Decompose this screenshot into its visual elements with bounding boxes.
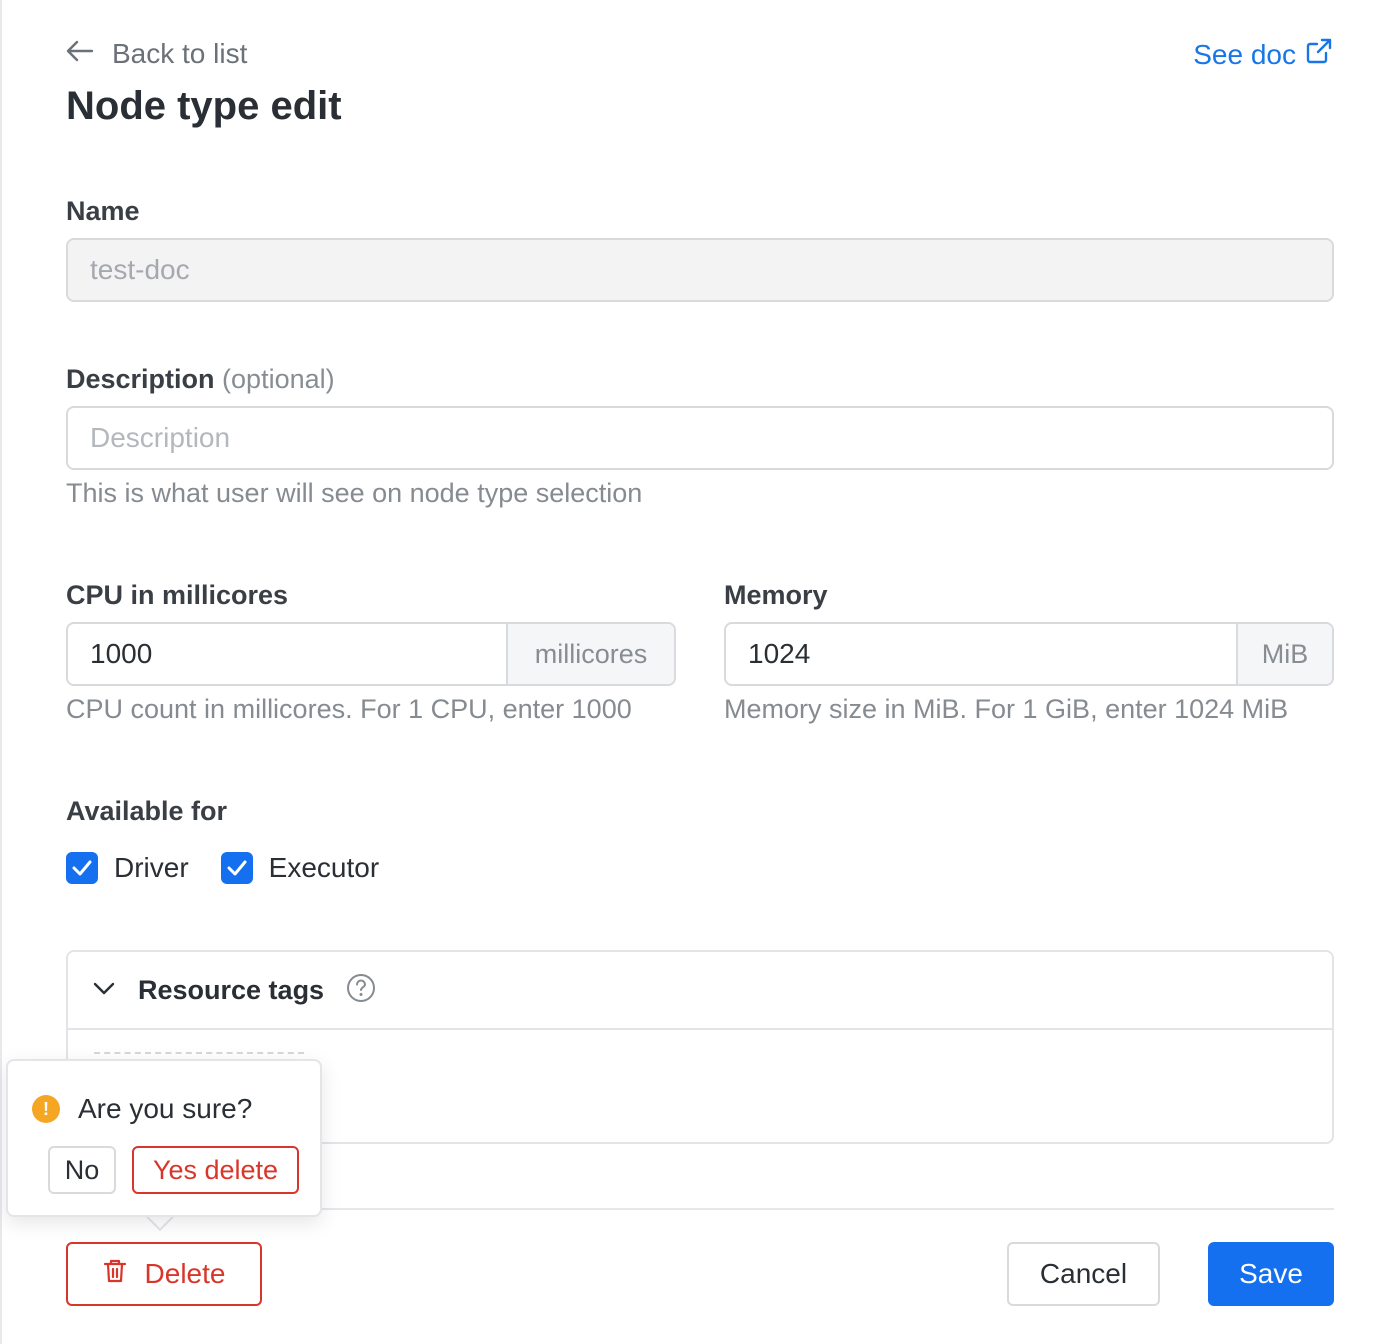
memory-unit-addon: MiB — [1236, 624, 1332, 684]
resource-tags-header[interactable]: Resource tags — [68, 952, 1332, 1030]
add-tag-placeholder[interactable] — [94, 1052, 304, 1058]
confirm-yes-delete-button[interactable]: Yes delete — [132, 1146, 299, 1194]
executor-checkbox[interactable]: Executor — [220, 852, 380, 884]
save-button[interactable]: Save — [1208, 1242, 1334, 1306]
name-field: test-doc — [66, 238, 1334, 302]
description-help: This is what user will see on node type … — [66, 478, 643, 508]
popconfirm-message-row: ! Are you sure? — [32, 1093, 252, 1125]
cpu-field[interactable]: 1000 millicores — [66, 622, 676, 686]
cpu-unit-addon: millicores — [506, 624, 674, 684]
back-to-list-link[interactable]: Back to list — [66, 38, 247, 70]
arrow-left-icon — [66, 38, 94, 70]
name-label: Name — [66, 196, 140, 226]
memory-label: Memory — [724, 580, 828, 610]
checkmark-icon — [220, 852, 253, 884]
see-doc-label: See doc — [1193, 38, 1296, 70]
delete-button[interactable]: Delete — [66, 1242, 262, 1306]
cpu-label: CPU in millicores — [66, 580, 289, 610]
help-circle-icon[interactable] — [346, 973, 376, 1008]
optional-hint: (optional) — [222, 364, 335, 394]
resource-tags-title: Resource tags — [138, 974, 325, 1005]
chevron-down-icon — [92, 980, 116, 1001]
see-doc-link[interactable]: See doc — [1193, 38, 1332, 71]
back-to-list-label: Back to list — [112, 38, 248, 69]
warning-icon: ! — [32, 1095, 60, 1123]
description-placeholder: Description — [90, 422, 231, 453]
description-label-text: Description — [66, 364, 215, 394]
trash-icon — [103, 1258, 127, 1291]
driver-label: Driver — [114, 852, 189, 883]
description-label: Description (optional) — [66, 364, 335, 395]
external-link-icon — [1306, 38, 1332, 71]
page-title: Node type edit — [66, 84, 342, 128]
checkmark-icon — [66, 852, 98, 884]
name-value: test-doc — [90, 254, 190, 285]
available-for-label: Available for — [66, 796, 228, 826]
confirm-no-button[interactable]: No — [48, 1146, 116, 1194]
popconfirm-message: Are you sure? — [78, 1093, 253, 1124]
executor-label: Executor — [268, 852, 380, 883]
memory-value: 1024 — [748, 638, 811, 669]
memory-help: Memory size in MiB. For 1 GiB, enter 102… — [724, 694, 1289, 724]
delete-confirm-popover: ! Are you sure? No Yes delete — [6, 1059, 322, 1217]
description-field[interactable]: Description — [66, 406, 1334, 470]
cancel-button[interactable]: Cancel — [1007, 1242, 1160, 1306]
delete-label: Delete — [144, 1258, 226, 1289]
available-for-group: Driver Executor — [66, 852, 379, 884]
cpu-value: 1000 — [90, 638, 153, 669]
left-border — [0, 0, 2, 1344]
memory-field[interactable]: 1024 MiB — [724, 622, 1334, 686]
cpu-help: CPU count in millicores. For 1 CPU, ente… — [66, 694, 632, 724]
driver-checkbox[interactable]: Driver — [66, 852, 189, 884]
